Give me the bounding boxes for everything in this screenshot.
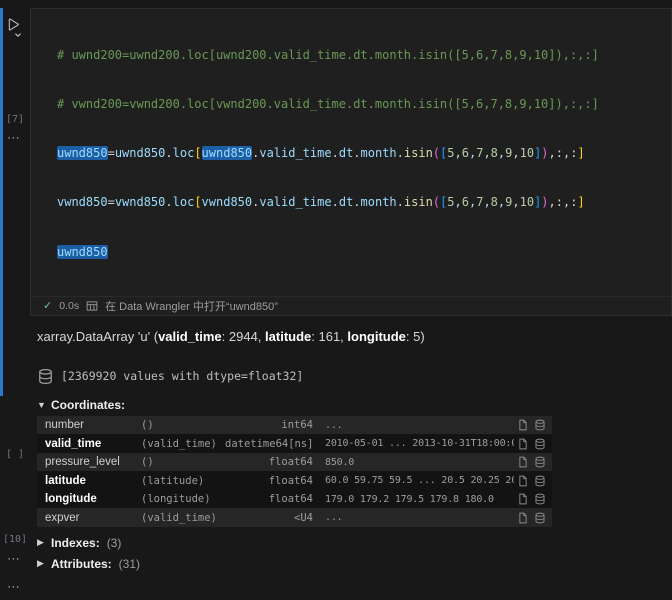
output-menu-icon[interactable]: ⋯ bbox=[7, 579, 21, 595]
coord-name: number bbox=[37, 419, 141, 431]
coord-dims: (latitude) bbox=[141, 475, 225, 487]
coord-dtype: datetime64[ns] bbox=[225, 438, 317, 450]
coord-preview: ... bbox=[317, 420, 514, 431]
coord-dims: (longitude) bbox=[141, 493, 225, 505]
data-database-icon[interactable] bbox=[534, 493, 546, 505]
run-cell-button[interactable] bbox=[5, 17, 27, 43]
coord-row-pressure-level: pressure_level () float64 850.0 bbox=[37, 453, 552, 472]
notebook-page: [7] ⋯ [ ] [10] ⋯ ⋯ ⋯ # uwnd200=uwnd200.l… bbox=[0, 8, 672, 600]
attributes-label: Attributes: bbox=[51, 557, 112, 571]
coord-dims: (valid_time) bbox=[141, 438, 225, 450]
coord-dtype: <U4 bbox=[225, 512, 317, 524]
coord-dtype: float64 bbox=[225, 493, 317, 505]
attrs-file-icon[interactable] bbox=[517, 456, 529, 468]
chevron-down-icon bbox=[14, 31, 22, 39]
indexes-section-header[interactable]: ▶ Indexes: (3) bbox=[37, 536, 672, 550]
attrs-file-icon[interactable] bbox=[517, 475, 529, 487]
attributes-section-header[interactable]: ▶ Attributes: (31) bbox=[37, 557, 672, 571]
code-line: # vwnd200=vwnd200.loc[vwnd200.valid_time… bbox=[57, 96, 663, 112]
indexes-label: Indexes: bbox=[51, 536, 100, 550]
cell-status-bar: ✓ 0.0s 在 Data Wrangler 中打开“uwnd850” bbox=[31, 296, 671, 315]
execution-count-cell2: [ ] bbox=[1, 449, 29, 460]
output-menu-icon[interactable]: ⋯ bbox=[7, 551, 21, 567]
coord-preview: 179.0 179.2 179.5 179.8 180.0 bbox=[317, 494, 514, 505]
coord-name: expver bbox=[37, 512, 141, 524]
code-line: uwnd850 bbox=[57, 244, 663, 260]
attrs-file-icon[interactable] bbox=[517, 512, 529, 524]
data-database-icon[interactable] bbox=[534, 512, 546, 524]
coord-dims: (valid_time) bbox=[141, 512, 225, 524]
execution-duration: 0.0s bbox=[59, 300, 79, 312]
data-database-icon[interactable] bbox=[534, 419, 546, 431]
coordinates-section-header[interactable]: ▼ Coordinates: bbox=[37, 398, 672, 412]
attributes-count: (31) bbox=[119, 557, 140, 571]
coord-row-longitude: longitude (longitude) float64 179.0 179.… bbox=[37, 490, 552, 509]
success-check-icon: ✓ bbox=[43, 299, 52, 312]
attrs-file-icon[interactable] bbox=[517, 419, 529, 431]
execution-count-cell3: [10] bbox=[1, 534, 29, 545]
play-icon bbox=[5, 17, 20, 32]
output-menu-icon[interactable]: ⋯ bbox=[7, 130, 21, 146]
coord-preview: 60.0 59.75 59.5 ... 20.5 20.25 20.0 bbox=[317, 475, 514, 486]
code-line: # uwnd200=uwnd200.loc[uwnd200.valid_time… bbox=[57, 47, 663, 63]
triangle-right-icon: ▶ bbox=[37, 558, 47, 569]
triangle-down-icon: ▼ bbox=[37, 400, 47, 410]
coord-name: pressure_level bbox=[37, 456, 141, 468]
database-icon[interactable] bbox=[37, 368, 54, 385]
coord-dtype: int64 bbox=[225, 419, 317, 431]
data-database-icon[interactable] bbox=[534, 438, 546, 450]
active-cell-indicator bbox=[0, 8, 3, 396]
coord-row-latitude: latitude (latitude) float64 60.0 59.75 5… bbox=[37, 471, 552, 490]
coord-dtype: float64 bbox=[225, 456, 317, 468]
array-summary: [2369920 values with dtype=float32] bbox=[61, 369, 303, 383]
execution-count-cell1: [7] bbox=[1, 114, 29, 125]
coord-name: longitude bbox=[37, 493, 141, 505]
code-line: vwnd850=vwnd850.loc[vwnd850.valid_time.d… bbox=[57, 194, 663, 210]
code-line: uwnd850=uwnd850.loc[uwnd850.valid_time.d… bbox=[57, 145, 663, 161]
coordinates-table: number () int64 ... valid_time (valid_ti… bbox=[37, 416, 552, 527]
coord-row-valid-time: valid_time (valid_time) datetime64[ns] 2… bbox=[37, 434, 552, 453]
coord-preview: ... bbox=[317, 512, 514, 523]
coord-row-number: number () int64 ... bbox=[37, 416, 552, 435]
code-cell-1[interactable]: # uwnd200=uwnd200.loc[uwnd200.valid_time… bbox=[30, 8, 672, 316]
coord-dtype: float64 bbox=[225, 475, 317, 487]
xarray-header: xarray.DataArray 'u' (valid_time: 2944, … bbox=[37, 329, 672, 344]
coord-row-expver: expver (valid_time) <U4 ... bbox=[37, 508, 552, 527]
data-database-icon[interactable] bbox=[534, 456, 546, 468]
coord-dims: () bbox=[141, 419, 225, 431]
coord-dims: () bbox=[141, 456, 225, 468]
coord-name: latitude bbox=[37, 475, 141, 487]
coord-name: valid_time bbox=[37, 438, 141, 450]
attrs-file-icon[interactable] bbox=[517, 493, 529, 505]
data-database-icon[interactable] bbox=[534, 475, 546, 487]
code-editor-1[interactable]: # uwnd200=uwnd200.loc[uwnd200.valid_time… bbox=[31, 9, 671, 296]
attrs-file-icon[interactable] bbox=[517, 438, 529, 450]
data-wrangler-icon bbox=[86, 300, 98, 312]
data-wrangler-link[interactable]: 在 Data Wrangler 中打开“uwnd850” bbox=[105, 298, 278, 314]
coord-preview: 850.0 bbox=[317, 457, 514, 468]
triangle-right-icon: ▶ bbox=[37, 537, 47, 548]
xarray-output: xarray.DataArray 'u' (valid_time: 2944, … bbox=[30, 316, 672, 585]
indexes-count: (3) bbox=[107, 536, 122, 550]
coordinates-label: Coordinates: bbox=[51, 398, 125, 412]
coord-preview: 2010-05-01 ... 2013-10-31T18:00:00 bbox=[317, 438, 514, 449]
array-data-row: [2369920 values with dtype=float32] bbox=[37, 368, 672, 385]
